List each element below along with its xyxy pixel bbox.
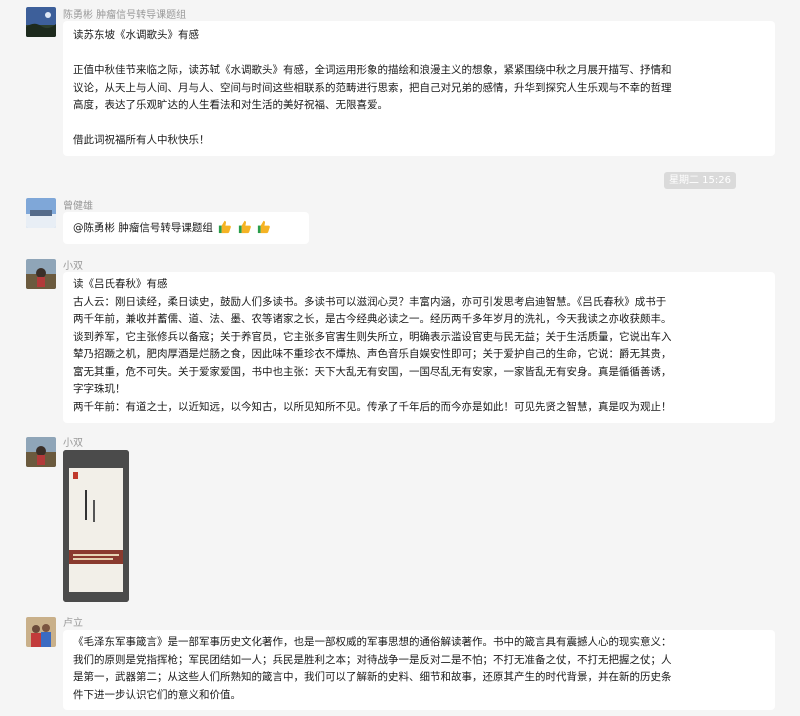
sender-name: 曾健雄 [63, 201, 93, 212]
mention-text: @陈勇彬 肿瘤信号转导课题组 [73, 222, 213, 234]
message-line: 两千年前，兼收并蓄儒、道、法、墨、农等诸家之长，是古今经典必读之一。经历两千多年… [73, 313, 672, 325]
message-line: 我们的原则是党指挥枪；军民团结如一人；兵民是胜利之本；对待战争一是反对二是不怕；… [73, 653, 672, 666]
message-bubble[interactable]: 读《吕氏春秋》有感 古人云：刚日读经，柔日读史，鼓励人们多读书。多读书可以滋润心… [63, 272, 775, 423]
avatar[interactable] [26, 198, 56, 228]
message-bubble[interactable]: 读苏东坡《水调歌头》有感 正值中秋佳节来临之际，读苏轼《水调歌头》有感，全词运用… [63, 21, 775, 156]
message-line: 谈到养军，它主张修兵以备寇；关于养官员，它主张多官害生则失所立，明确表示滥设官吏… [73, 330, 672, 343]
message-line: 议论，从天上与人间、月与人、空间与时间这些相联系的范畴进行思索，把自己对兄弟的感… [73, 81, 672, 94]
sender-name: 陈勇彬 肿瘤信号转导课题组 [63, 10, 187, 21]
sender-name: 卢立 [63, 618, 83, 629]
message-line: 是第一，武器第二；从这些人们所熟知的箴言中，我们可以了解新的史料、细节和故事，还… [73, 671, 672, 683]
sender-name: 小双 [63, 438, 83, 449]
message-line: 辇乃招蹶之机，肥肉厚酒是烂肠之食，因此味不重珍衣不燂热、声色音乐自娱安性即可；关… [73, 348, 672, 360]
message-line: 高度，表达了乐观旷达的人生看法和对生活的美好祝福、无限喜爱。 [73, 99, 388, 111]
message-line: 《毛泽东军事箴言》是一部军事历史文化著作，也是一部权威的军事思想的通俗解读著作。… [73, 636, 672, 648]
thumbs-up-icon [216, 220, 271, 234]
avatar[interactable] [26, 7, 56, 37]
avatar[interactable] [26, 437, 56, 467]
timestamp: 星期二 15:26 [664, 172, 736, 189]
message-line: 字字珠玑！ [73, 383, 126, 395]
message-bubble[interactable]: @陈勇彬 肿瘤信号转导课题组 [63, 212, 309, 244]
message-line: 富无其重，危不可失。关于爱家爱国，书中也主张：天下大乱无有安国，一国尽乱无有安家… [73, 365, 672, 378]
avatar[interactable] [26, 617, 56, 647]
message-line: 读《吕氏春秋》有感 [73, 278, 168, 290]
book-photo[interactable] [63, 450, 129, 602]
message-line: 两千年前：有道之士，以近知远，以今知古，以所见知所不见。传承了千年后的而今亦是如… [73, 400, 672, 413]
message-line: 件下进一步认识它们的意义和价值。 [73, 688, 241, 701]
avatar[interactable] [26, 259, 56, 289]
message-bubble[interactable]: 《毛泽东军事箴言》是一部军事历史文化著作，也是一部权威的军事思想的通俗解读著作。… [63, 630, 775, 710]
message-line: 古人云：刚日读经，柔日读史，鼓励人们多读书。多读书可以滋润心灵？丰富内涵，亦可引… [73, 295, 667, 308]
message-line: 借此词祝福所有人中秋快乐！ [73, 134, 210, 146]
message-line: 正值中秋佳节来临之际，读苏轼《水调歌头》有感，全词运用形象的描绘和浪漫主义的想象… [73, 64, 672, 76]
message-line: 读苏东坡《水调歌头》有感 [73, 29, 199, 41]
sender-name: 小双 [63, 261, 83, 272]
